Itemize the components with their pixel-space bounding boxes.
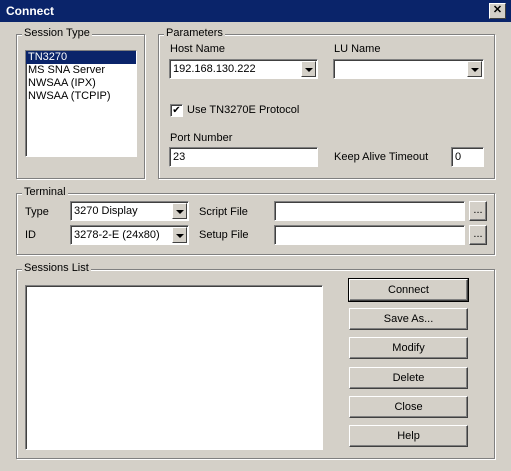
session-type-item[interactable]: NWSAA (TCPIP) bbox=[26, 90, 136, 103]
port-number-label: Port Number bbox=[170, 132, 233, 144]
terminal-type-value: 3270 Display bbox=[74, 205, 138, 217]
sessions-list-legend: Sessions List bbox=[22, 262, 91, 274]
help-button[interactable]: Help bbox=[349, 425, 468, 447]
checkmark-icon: ✔ bbox=[172, 105, 181, 116]
terminal-id-value: 3278-2-E (24x80) bbox=[74, 229, 160, 241]
host-name-combobox[interactable]: 192.168.130.222 bbox=[169, 59, 318, 79]
delete-button[interactable]: Delete bbox=[349, 367, 468, 389]
close-window-button[interactable]: ✕ bbox=[489, 3, 506, 19]
session-type-list[interactable]: TN3270 MS SNA Server NWSAA (IPX) NWSAA (TCP… bbox=[25, 50, 137, 157]
host-name-label: Host Name bbox=[170, 43, 226, 55]
terminal-legend: Terminal bbox=[22, 186, 68, 198]
terminal-type-dropdown-icon[interactable] bbox=[172, 203, 187, 219]
modify-button[interactable]: Modify bbox=[349, 337, 468, 359]
lu-name-combobox[interactable] bbox=[333, 59, 484, 79]
script-file-browse-button[interactable]: ... bbox=[469, 201, 487, 221]
title-bar: Connect ✕ bbox=[0, 0, 511, 22]
keep-alive-input[interactable]: 0 bbox=[451, 147, 484, 167]
host-name-dropdown-icon[interactable] bbox=[301, 61, 316, 77]
terminal-id-combobox[interactable]: 3278-2-E (24x80) bbox=[70, 225, 189, 245]
lu-name-label: LU Name bbox=[334, 43, 381, 55]
host-name-value: 192.168.130.222 bbox=[173, 63, 256, 75]
session-type-item[interactable]: MS SNA Server bbox=[26, 64, 136, 77]
terminal-id-dropdown-icon[interactable] bbox=[172, 227, 187, 243]
setup-file-label: Setup File bbox=[199, 229, 249, 241]
script-file-label: Script File bbox=[199, 206, 248, 218]
sessions-list[interactable] bbox=[25, 285, 323, 450]
setup-file-input[interactable] bbox=[274, 225, 465, 245]
keep-alive-label: Keep Alive Timeout bbox=[334, 151, 429, 163]
use-tn3270e-label[interactable]: Use TN3270E Protocol bbox=[187, 104, 299, 116]
port-number-value: 23 bbox=[173, 151, 186, 163]
terminal-type-label: Type bbox=[25, 206, 49, 218]
close-button[interactable]: Close bbox=[349, 396, 468, 418]
session-type-item[interactable]: TN3270 bbox=[26, 51, 136, 64]
lu-name-dropdown-icon[interactable] bbox=[467, 61, 482, 77]
window-title: Connect bbox=[6, 4, 54, 18]
session-type-legend: Session Type bbox=[22, 27, 92, 39]
use-tn3270e-checkbox[interactable]: ✔ bbox=[170, 104, 183, 117]
keep-alive-value: 0 bbox=[455, 151, 462, 163]
script-file-input[interactable] bbox=[274, 201, 465, 221]
save-as-button[interactable]: Save As... bbox=[349, 308, 468, 330]
port-number-input[interactable]: 23 bbox=[169, 147, 318, 167]
terminal-type-combobox[interactable]: 3270 Display bbox=[70, 201, 189, 221]
terminal-id-label: ID bbox=[25, 229, 36, 241]
connect-button[interactable]: Connect bbox=[348, 278, 469, 302]
parameters-legend: Parameters bbox=[164, 27, 225, 39]
setup-file-browse-button[interactable]: ... bbox=[469, 225, 487, 245]
session-type-item[interactable]: NWSAA (IPX) bbox=[26, 77, 136, 90]
